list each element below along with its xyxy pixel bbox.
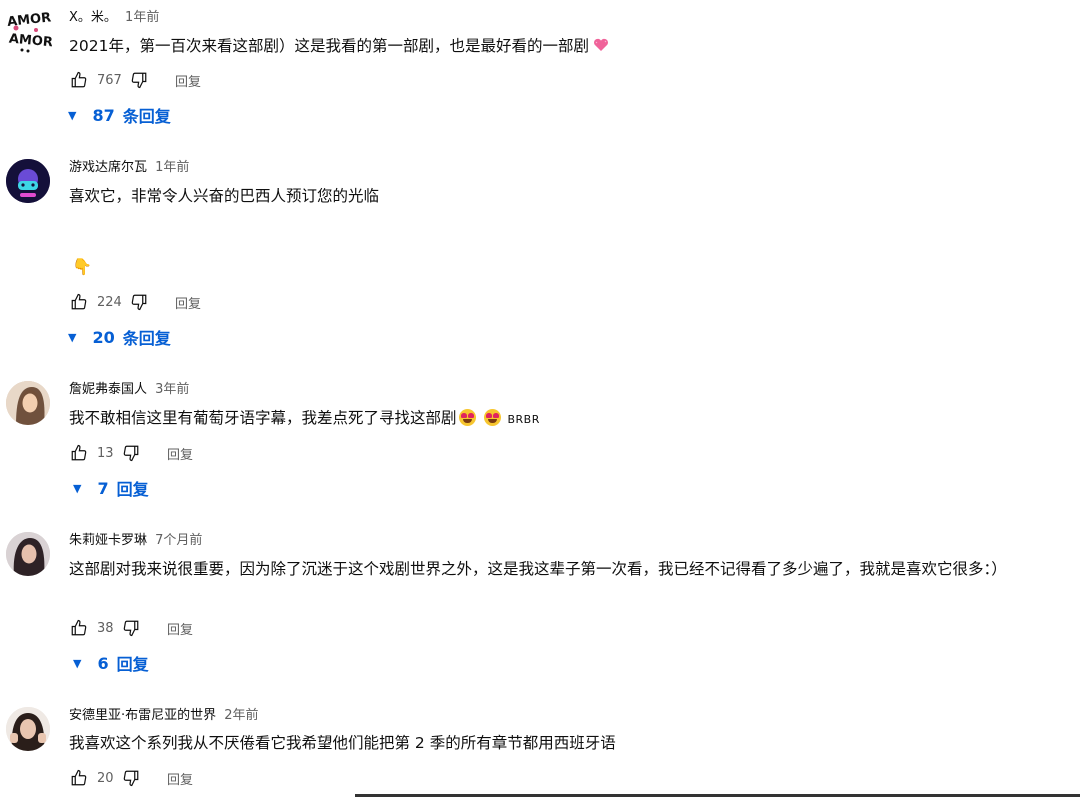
like-count: 20: [97, 770, 114, 786]
comments-section: AMOR AMOR X。米。 1年前 2021年，第一百次来看这部剧）这是我看的…: [0, 0, 1080, 797]
svg-text:AMOR: AMOR: [8, 32, 52, 51]
view-replies-button[interactable]: ▼ 7 回复: [71, 477, 149, 500]
replies-label: 回复: [116, 655, 149, 674]
avatar[interactable]: [6, 707, 50, 751]
like-count: 767: [97, 72, 122, 88]
dislike-icon[interactable]: [121, 768, 141, 788]
heart-eyes-emoji-icon: [458, 409, 476, 426]
heart-eyes-emoji-icon: [484, 409, 502, 426]
like-count: 38: [97, 620, 114, 636]
comment-time[interactable]: 2年前: [224, 708, 258, 723]
comment-time[interactable]: 1年前: [125, 10, 159, 25]
avatar[interactable]: [6, 532, 50, 576]
replies-label: 条回复: [122, 329, 171, 348]
caret-down-icon: ▼: [73, 656, 82, 670]
replies-label: 回复: [116, 480, 149, 499]
sparkling-heart-icon: [593, 38, 608, 51]
comment-text-body: 2021年，第一百次来看这部剧）这是我看的第一部剧，也是最好看的一部剧: [69, 37, 589, 55]
dislike-icon[interactable]: [129, 70, 149, 90]
author-name[interactable]: 安德里亚·布雷尼亚的世界: [69, 708, 216, 723]
view-replies-button[interactable]: ▼ 6 回复: [71, 652, 149, 675]
comment-text-suffix: BRBR: [507, 413, 540, 426]
like-icon[interactable]: [69, 618, 89, 638]
like-icon[interactable]: [69, 70, 89, 90]
comment-actions: 767 回复: [69, 68, 201, 92]
author-name[interactable]: X。米。: [69, 10, 117, 25]
caret-down-icon: ▼: [68, 108, 77, 122]
svg-text:AMOR: AMOR: [6, 10, 51, 30]
avatar[interactable]: [6, 159, 50, 203]
reply-button[interactable]: 回复: [167, 619, 193, 638]
game-controller-icon: [6, 159, 50, 203]
replies-count: 20: [92, 327, 115, 347]
avatar[interactable]: AMOR AMOR: [6, 4, 52, 54]
comment-actions: 13 回复: [69, 441, 193, 465]
comment-actions: 38 回复: [69, 616, 193, 640]
user-photo-icon: [6, 532, 50, 576]
comment-header: 詹妮弗泰国人 3年前: [69, 381, 189, 399]
comment-text-body: 我不敢相信这里有葡萄牙语字幕，我差点死了寻找这部剧: [69, 409, 457, 427]
user-photo-icon: [6, 381, 50, 425]
reply-button[interactable]: 回复: [167, 769, 193, 788]
author-name[interactable]: 詹妮弗泰国人: [69, 382, 147, 397]
caret-down-icon: ▼: [68, 330, 77, 344]
comment-text: 喜欢它，非常令人兴奋的巴西人预订您的光临: [69, 187, 380, 205]
comment-text: 这部剧对我来说很重要，因为除了沉迷于这个戏剧世界之外，这是我这辈子第一次看，我已…: [69, 560, 1007, 578]
comment-text: 2021年，第一百次来看这部剧）这是我看的第一部剧，也是最好看的一部剧: [69, 34, 1029, 58]
replies-count: 6: [97, 653, 109, 673]
comment-time[interactable]: 7个月前: [155, 533, 202, 548]
author-name[interactable]: 朱莉娅卡罗琳: [69, 533, 147, 548]
amor-logo-icon: AMOR AMOR: [6, 10, 52, 53]
pointing-down-emoji: 👇: [72, 257, 92, 276]
replies-count: 7: [97, 478, 109, 498]
view-replies-button[interactable]: ▼ 87 条回复: [66, 104, 171, 127]
comment-time[interactable]: 3年前: [155, 382, 189, 397]
like-icon[interactable]: [69, 292, 89, 312]
comment-header: 朱莉娅卡罗琳 7个月前: [69, 532, 202, 550]
user-photo-icon: [6, 707, 50, 751]
comment-header: X。米。 1年前: [69, 9, 159, 27]
comment-header: 安德里亚·布雷尼亚的世界 2年前: [69, 707, 259, 725]
like-count: 224: [97, 294, 122, 310]
comment-header: 游戏达席尔瓦 1年前: [69, 159, 189, 177]
dislike-icon[interactable]: [121, 618, 141, 638]
author-name[interactable]: 游戏达席尔瓦: [69, 160, 147, 175]
caret-down-icon: ▼: [73, 481, 82, 495]
replies-label: 条回复: [122, 107, 171, 126]
reply-button[interactable]: 回复: [175, 293, 201, 312]
comment-text: 我不敢相信这里有葡萄牙语字幕，我差点死了寻找这部剧 BRBR: [69, 406, 1029, 432]
dislike-icon[interactable]: [121, 443, 141, 463]
comment-text: 我喜欢这个系列我从不厌倦看它我希望他们能把第 2 季的所有章节都用西班牙语: [69, 734, 616, 752]
comment-actions: 20 回复: [69, 766, 193, 790]
comment-actions: 224 回复: [69, 290, 201, 314]
like-count: 13: [97, 445, 114, 461]
like-icon[interactable]: [69, 443, 89, 463]
replies-count: 87: [92, 105, 115, 125]
comment-time[interactable]: 1年前: [155, 160, 189, 175]
reply-button[interactable]: 回复: [175, 71, 201, 90]
like-icon[interactable]: [69, 768, 89, 788]
view-replies-button[interactable]: ▼ 20 条回复: [66, 326, 171, 349]
reply-button[interactable]: 回复: [167, 444, 193, 463]
dislike-icon[interactable]: [129, 292, 149, 312]
avatar[interactable]: [6, 381, 50, 425]
